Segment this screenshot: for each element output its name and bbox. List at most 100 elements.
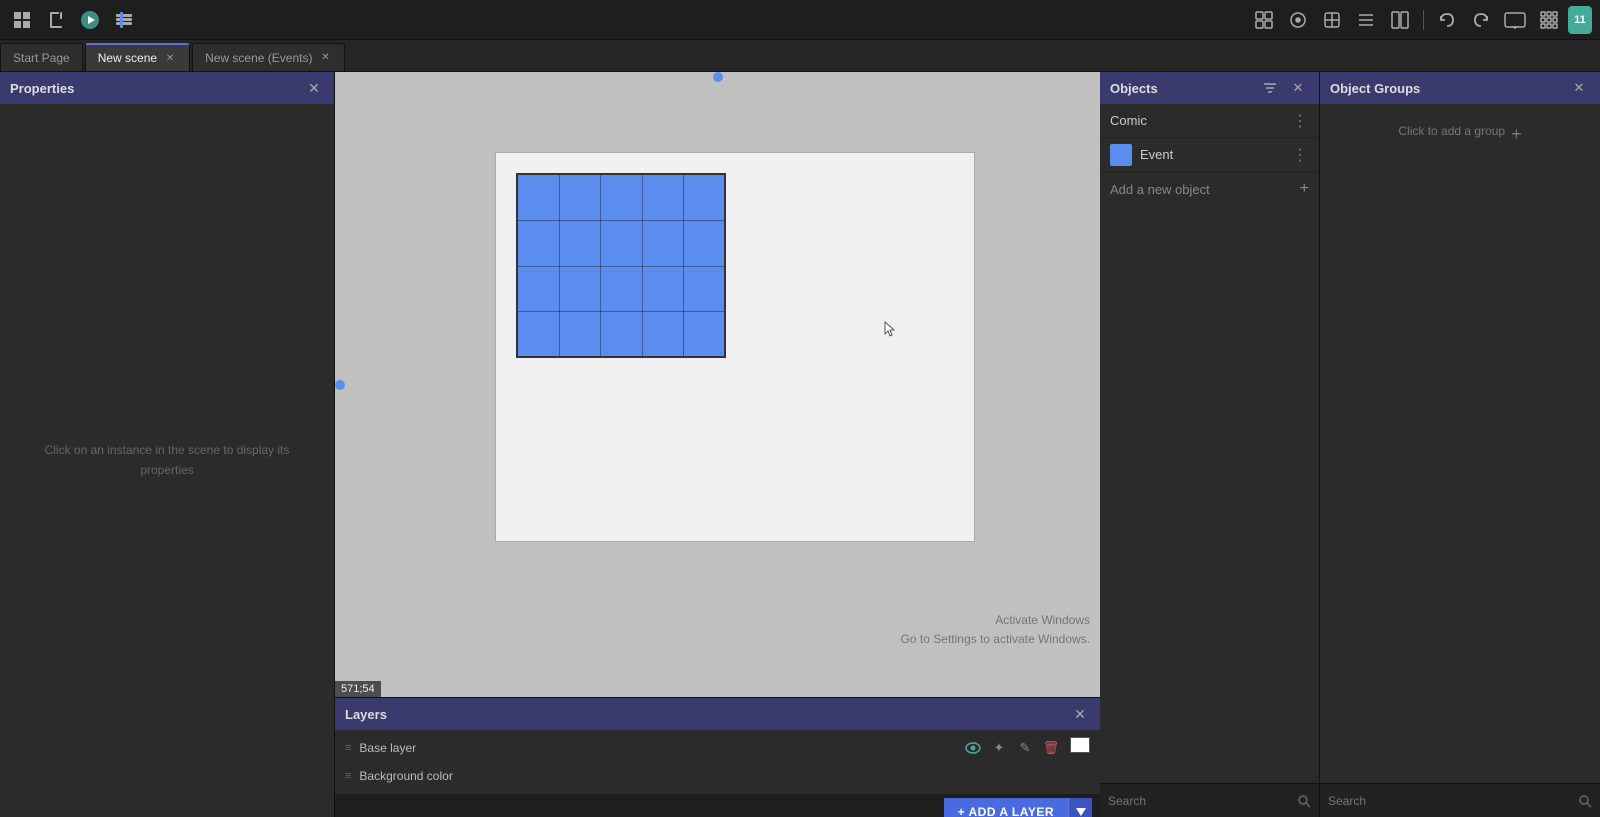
handle-top-center[interactable] <box>713 72 723 82</box>
properties-panel-header: Properties ✕ <box>0 72 334 104</box>
objects-search-icon <box>1297 794 1311 808</box>
toolbar-divider <box>1423 10 1424 30</box>
objects-close-icon[interactable]: ✕ <box>1287 77 1309 99</box>
add-object-row[interactable]: Add a new object + <box>1100 172 1319 206</box>
layer-visibility-btn-base[interactable] <box>962 737 984 759</box>
grid-h-3 <box>518 311 724 312</box>
objects-header-actions: ✕ <box>1259 77 1309 99</box>
object-item-event-menu[interactable]: ⋮ <box>1292 145 1309 165</box>
grid-v-2 <box>600 175 601 356</box>
properties-hint-text: Click on an instance in the scene to dis… <box>20 441 314 479</box>
grid-h-1 <box>518 220 724 221</box>
grid-v-1 <box>559 175 560 356</box>
properties-panel-close[interactable]: ✕ <box>304 78 324 98</box>
layer-item-background[interactable]: ≡ Background color <box>335 762 1100 790</box>
layer-snap-btn-base[interactable]: ✦ <box>988 737 1010 759</box>
object-item-event-icon <box>1110 144 1132 166</box>
layer-name-base: Base layer <box>359 741 954 755</box>
tab-start-page-label: Start Page <box>13 51 70 65</box>
objects-panel-header: Objects ✕ <box>1100 72 1319 104</box>
tab-new-scene-label: New scene <box>98 51 157 65</box>
objects-search-input[interactable] <box>1108 794 1291 808</box>
object-groups-body[interactable]: Click to add a group + <box>1320 104 1600 783</box>
object-groups-header-actions: ✕ <box>1568 77 1590 99</box>
layer-actions-base: ✦ ✎ 🗑 <box>962 737 1090 759</box>
object-groups-close-icon[interactable]: ✕ <box>1568 77 1590 99</box>
object-groups-panel: Object Groups ✕ Click to add a group + <box>1320 72 1600 817</box>
objects-search-bar <box>1100 783 1319 817</box>
object-item-event[interactable]: Event ⋮ <box>1100 138 1319 172</box>
zoom-fit-icon[interactable] <box>1249 6 1279 34</box>
grid-h-2 <box>518 266 724 267</box>
object-mode-icon[interactable] <box>1283 6 1313 34</box>
grid-v-4 <box>683 175 684 356</box>
layers-panel: Layers ✕ ≡ Base layer ✦ <box>335 697 1100 817</box>
redo-icon[interactable] <box>1466 6 1496 34</box>
object-item-comic[interactable]: Comic ⋮ <box>1100 104 1319 138</box>
tab-new-scene-close[interactable]: ✕ <box>163 51 177 65</box>
layers-body: ≡ Base layer ✦ ✎ 🗑 <box>335 730 1100 794</box>
coords-badge: 571;54 <box>335 681 381 697</box>
objects-panel-title: Objects <box>1110 81 1158 96</box>
layers-panel-title: Layers <box>345 707 387 722</box>
home-icon[interactable] <box>8 6 36 34</box>
object-item-comic-menu[interactable]: ⋮ <box>1292 111 1309 131</box>
layer-item-base[interactable]: ≡ Base layer ✦ ✎ 🗑 <box>335 734 1100 762</box>
blue-object[interactable] <box>516 173 726 358</box>
add-layer-button[interactable]: + ADD A LAYER <box>944 798 1068 817</box>
layer-color-swatch-base <box>1070 737 1090 753</box>
build-icon[interactable] <box>110 6 138 34</box>
properties-panel: Properties ✕ Click on an instance in the… <box>0 72 335 817</box>
split-view-icon[interactable] <box>1385 6 1415 34</box>
objects-filter-icon[interactable] <box>1259 77 1281 99</box>
grid-overlay <box>518 175 724 356</box>
object-item-event-name: Event <box>1140 147 1284 162</box>
tab-new-scene-events[interactable]: New scene (Events) ✕ <box>192 43 345 71</box>
objects-panel: Objects ✕ <box>1100 72 1320 817</box>
layer-edit-btn-base[interactable]: ✎ <box>1014 737 1036 759</box>
objects-body: Comic ⋮ Event ⋮ Add a new object + <box>1100 104 1319 783</box>
add-layer-bar: + ADD A LAYER <box>335 794 1100 817</box>
tabs-bar: Start Page New scene ✕ New scene (Events… <box>0 40 1600 72</box>
top-toolbar: 11 <box>0 0 1600 40</box>
object-item-comic-name: Comic <box>1110 113 1284 128</box>
object-groups-search-bar <box>1320 783 1600 817</box>
tab-start-page[interactable]: Start Page <box>0 43 83 71</box>
object-groups-search-icon <box>1578 794 1592 808</box>
layer-drag-handle-bg: ≡ <box>345 770 351 782</box>
add-layer-dropdown[interactable] <box>1068 798 1092 817</box>
list-view-icon[interactable] <box>1351 6 1381 34</box>
center-area: 571;54 Activate Windows Go to Settings t… <box>335 72 1100 817</box>
layers-panel-close[interactable]: ✕ <box>1070 704 1090 724</box>
toolbar-right-icons: 11 <box>1249 6 1592 34</box>
properties-panel-body: Click on an instance in the scene to dis… <box>0 104 334 817</box>
add-object-label: Add a new object <box>1110 182 1210 197</box>
file-icon[interactable] <box>42 6 70 34</box>
object-groups-search-input[interactable] <box>1328 794 1572 808</box>
toolbar-left-icons <box>8 6 138 34</box>
object-groups-header: Object Groups ✕ <box>1320 72 1600 104</box>
layer-drag-handle-base: ≡ <box>345 742 351 754</box>
main-area: Properties ✕ Click on an instance in the… <box>0 72 1600 817</box>
layer-delete-btn-base[interactable]: 🗑 <box>1040 737 1062 759</box>
grid-v-3 <box>642 175 643 356</box>
counter-badge[interactable]: 11 <box>1568 6 1592 34</box>
object-groups-title: Object Groups <box>1330 81 1420 96</box>
tab-new-scene-events-label: New scene (Events) <box>205 51 312 65</box>
undo-icon[interactable] <box>1432 6 1462 34</box>
handle-left-center[interactable] <box>335 380 345 390</box>
canvas-viewport[interactable]: 571;54 Activate Windows Go to Settings t… <box>335 72 1100 697</box>
preview-icon[interactable] <box>1500 6 1530 34</box>
object-groups-add-icon[interactable]: + <box>1511 124 1522 145</box>
properties-panel-title: Properties <box>10 81 74 96</box>
tab-new-scene[interactable]: New scene ✕ <box>85 43 190 71</box>
object-groups-hint: Click to add a group <box>1398 124 1505 138</box>
tab-new-scene-events-close[interactable]: ✕ <box>318 51 332 65</box>
layer-name-background: Background color <box>359 769 1090 783</box>
scene-container[interactable] <box>495 152 975 542</box>
play-icon[interactable] <box>76 6 104 34</box>
layers-panel-header: Layers ✕ <box>335 698 1100 730</box>
tiles-icon[interactable] <box>1534 6 1564 34</box>
add-object-plus[interactable]: + <box>1300 180 1309 198</box>
pen-icon[interactable] <box>1317 6 1347 34</box>
